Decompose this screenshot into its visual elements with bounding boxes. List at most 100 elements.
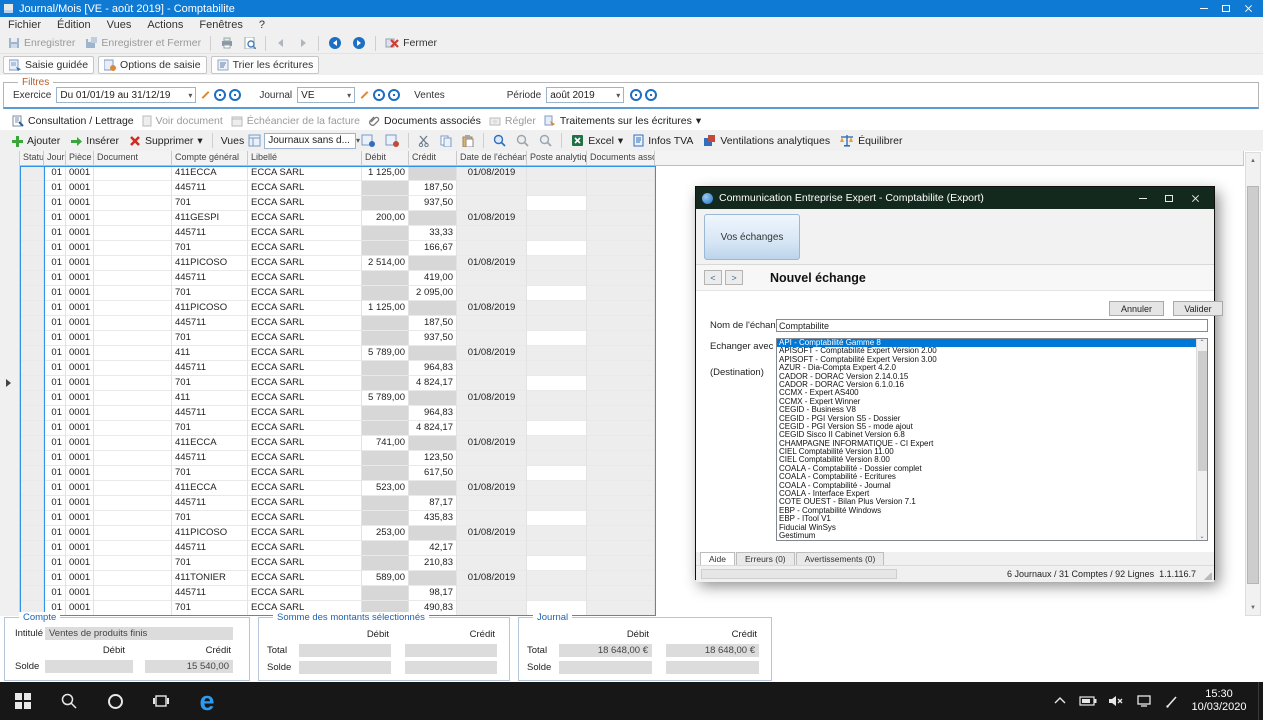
table-row[interactable]: 010001445711ECCA SARL187,50 xyxy=(20,181,655,196)
dialog-maximize-button[interactable] xyxy=(1156,187,1182,209)
export-format-option[interactable]: CADOR - DORAC Version 2.14.0.15 xyxy=(777,373,1207,381)
export-format-option[interactable]: COALA - Comptabilité - Dossier complet xyxy=(777,465,1207,473)
export-format-option[interactable]: CEGID Sisco II Cabinet Version 6.8 xyxy=(777,431,1207,439)
annuler-button[interactable]: Annuler xyxy=(1109,301,1164,316)
table-row[interactable]: 010001411TONIERECCA SARL589,0001/08/2019 xyxy=(20,571,655,586)
show-desktop-button[interactable] xyxy=(1258,682,1263,720)
record-next-button[interactable] xyxy=(347,34,371,52)
export-format-option[interactable]: COALA - Comptabilité - Ecritures xyxy=(777,473,1207,481)
task-view-button[interactable] xyxy=(138,682,184,720)
tab-erreurs[interactable]: Erreurs (0) xyxy=(736,552,795,565)
nom-echange-input[interactable]: Comptabilite xyxy=(776,319,1208,332)
journal-select[interactable]: VE▾ xyxy=(297,87,355,103)
list-scrollbar-thumb[interactable] xyxy=(1198,351,1207,471)
table-row[interactable]: 010001411ECCA SARL5 789,0001/08/2019 xyxy=(20,391,655,406)
col-header-statut[interactable]: Statut xyxy=(20,151,44,166)
pen-tray-button[interactable] xyxy=(1158,682,1186,720)
start-button[interactable] xyxy=(0,682,46,720)
resize-grip[interactable] xyxy=(1204,572,1212,580)
documents-associes-button[interactable]: Documents associés xyxy=(364,114,485,128)
col-header-poste-analytique[interactable]: Poste analytique xyxy=(527,151,587,166)
taskbar-search-button[interactable] xyxy=(46,682,92,720)
periode-prev-button[interactable] xyxy=(630,89,642,101)
journal-prev-button[interactable] xyxy=(373,89,385,101)
journal-next-button[interactable] xyxy=(388,89,400,101)
table-row[interactable]: 010001411PICOSOECCA SARL253,0001/08/2019 xyxy=(20,526,655,541)
close-button[interactable] xyxy=(1237,0,1259,17)
periode-next-button[interactable] xyxy=(645,89,657,101)
export-format-option[interactable]: Fiducial WinSys xyxy=(777,524,1207,532)
copy-button[interactable] xyxy=(435,133,457,149)
export-format-option[interactable]: CCMX - Expert Winner xyxy=(777,398,1207,406)
table-row[interactable]: 010001411ECCAECCA SARL1 125,0001/08/2019 xyxy=(20,166,655,181)
export-format-option[interactable]: CEGID - PGI Version S5 - Dossier xyxy=(777,415,1207,423)
dialog-minimize-button[interactable] xyxy=(1130,187,1156,209)
col-header-piece[interactable]: Pièce xyxy=(66,151,94,166)
table-row[interactable]: 010001411ECCAECCA SARL741,0001/08/2019 xyxy=(20,436,655,451)
export-format-option[interactable]: API - Comptabilité Gamme 8 xyxy=(777,339,1207,347)
regler-button[interactable]: Régler xyxy=(485,114,540,128)
search-prev-button[interactable] xyxy=(534,132,557,149)
export-format-option[interactable]: CEGID - Business V8 xyxy=(777,406,1207,414)
export-format-option[interactable]: CCMX - Expert AS400 xyxy=(777,389,1207,397)
table-row[interactable]: 010001411ECCA SARL5 789,0001/08/2019 xyxy=(20,346,655,361)
col-header-debit[interactable]: Débit xyxy=(362,151,409,166)
search-button[interactable] xyxy=(488,132,511,149)
table-row[interactable]: 010001411PICOSOECCA SARL2 514,0001/08/20… xyxy=(20,256,655,271)
table-row[interactable]: 010001701ECCA SARL435,83 xyxy=(20,511,655,526)
traitements-menu-button[interactable]: Traitements sur les écritures ▾ xyxy=(540,114,705,128)
menu-fenetres[interactable]: Fenêtres xyxy=(191,19,250,31)
menu-actions[interactable]: Actions xyxy=(139,19,191,31)
network-tray-button[interactable] xyxy=(1130,682,1158,720)
cut-button[interactable] xyxy=(413,133,435,149)
col-header-echeance[interactable]: Date de l'échéance xyxy=(457,151,527,166)
tab-avertissements[interactable]: Avertissements (0) xyxy=(796,552,885,565)
table-row[interactable]: 010001445711ECCA SARL419,00 xyxy=(20,271,655,286)
exercice-edit-icon[interactable] xyxy=(200,90,210,100)
export-format-option[interactable]: AZUR - Dia-Compta Expert 4.2.0 xyxy=(777,364,1207,372)
table-row[interactable]: 010001445711ECCA SARL964,83 xyxy=(20,361,655,376)
menu-aide[interactable]: ? xyxy=(251,19,273,31)
echeancier-button[interactable]: Échéancier de la facture xyxy=(227,114,364,128)
enregistrer-button[interactable]: Enregistrer xyxy=(3,35,80,51)
col-header-jour[interactable]: Jour xyxy=(44,151,66,166)
table-row[interactable]: 010001701ECCA SARL166,67 xyxy=(20,241,655,256)
col-header-documents-associes[interactable]: Documents associés xyxy=(587,151,655,166)
minimize-button[interactable] xyxy=(1193,0,1215,17)
excel-export-button[interactable]: Excel ▾ xyxy=(566,132,628,149)
table-row[interactable]: 010001701ECCA SARL210,83 xyxy=(20,556,655,571)
fermer-button[interactable]: Fermer xyxy=(380,35,442,51)
volume-tray-button[interactable] xyxy=(1102,682,1130,720)
periode-select[interactable]: août 2019▾ xyxy=(546,87,624,103)
nav-back-button[interactable] xyxy=(270,36,292,50)
record-previous-button[interactable] xyxy=(323,34,347,52)
export-format-option[interactable]: COTE OUEST - Bilan Plus Version 7.1 xyxy=(777,498,1207,506)
export-format-option[interactable]: EBP - ITool V1 xyxy=(777,515,1207,523)
vues-select[interactable]: Journaux sans d...▾ xyxy=(264,133,356,149)
list-scroll-up-icon[interactable]: ⌃ xyxy=(1197,339,1207,346)
menu-vues[interactable]: Vues xyxy=(99,19,140,31)
table-row[interactable]: 010001445711ECCA SARL33,33 xyxy=(20,226,655,241)
taskbar-clock[interactable]: 15:30 10/03/2020 xyxy=(1186,688,1252,714)
export-format-option[interactable]: EBP - Comptabilité Windows xyxy=(777,507,1207,515)
exercice-prev-button[interactable] xyxy=(214,89,226,101)
valider-button[interactable]: Valider xyxy=(1173,301,1223,316)
scroll-up-icon[interactable]: ▲ xyxy=(1246,153,1260,168)
table-row[interactable]: 010001411GESPIECCA SARL200,0001/08/2019 xyxy=(20,211,655,226)
col-header-document[interactable]: Document xyxy=(94,151,172,166)
saisie-guidee-button[interactable]: Saisie guidée xyxy=(3,56,94,74)
trier-ecritures-button[interactable]: Trier les écritures xyxy=(211,56,320,74)
scroll-down-icon[interactable]: ▼ xyxy=(1246,600,1260,615)
battery-tray-button[interactable] xyxy=(1074,682,1102,720)
table-row[interactable]: 010001445711ECCA SARL42,17 xyxy=(20,541,655,556)
restore-button[interactable] xyxy=(1215,0,1237,17)
table-row[interactable]: 010001701ECCA SARL2 095,00 xyxy=(20,286,655,301)
nav-next-button[interactable]: > xyxy=(725,270,743,285)
paste-button[interactable] xyxy=(457,133,479,149)
table-row[interactable]: 010001445711ECCA SARL123,50 xyxy=(20,451,655,466)
exercice-select[interactable]: Du 01/01/19 au 31/12/19▾ xyxy=(56,87,196,103)
list-scrollbar[interactable]: ⌃ ⌄ xyxy=(1196,339,1207,540)
dialog-close-button[interactable] xyxy=(1182,187,1208,209)
menu-edition[interactable]: Édition xyxy=(49,19,99,31)
col-header-compte-general[interactable]: Compte général xyxy=(172,151,248,166)
